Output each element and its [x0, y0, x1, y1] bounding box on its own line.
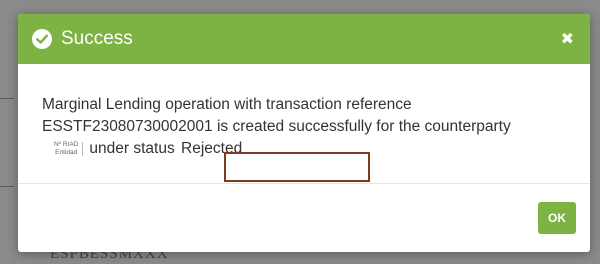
dialog-header: Success ✖	[18, 14, 590, 64]
dialog-title: Success	[61, 28, 133, 49]
riad-label-line-1: Nº RIAD	[54, 140, 79, 148]
status-value: Rejected	[181, 140, 243, 157]
close-icon[interactable]: ✖	[561, 29, 574, 49]
dialog-footer: OK	[18, 184, 590, 252]
field-divider	[82, 141, 84, 156]
backdrop-divider	[0, 98, 14, 99]
message-line-1: Marginal Lending operation with transact…	[42, 96, 412, 113]
ok-button[interactable]: OK	[538, 202, 576, 234]
backdrop-divider	[0, 186, 14, 187]
riad-label-line-2: Entidad	[55, 148, 78, 156]
status-prefix: under status	[89, 140, 175, 157]
riad-label: Nº RIAD Entidad	[54, 141, 78, 157]
dialog-body: Marginal Lending operation with transact…	[18, 64, 590, 184]
success-dialog: Success ✖ Marginal Lending operation wit…	[18, 14, 590, 252]
message-line-3: Nº RIAD Entidad under status Rejected	[42, 138, 566, 160]
check-circle-icon	[32, 29, 52, 49]
message-line-2: ESSTF23080730002001 is created successfu…	[42, 118, 511, 135]
